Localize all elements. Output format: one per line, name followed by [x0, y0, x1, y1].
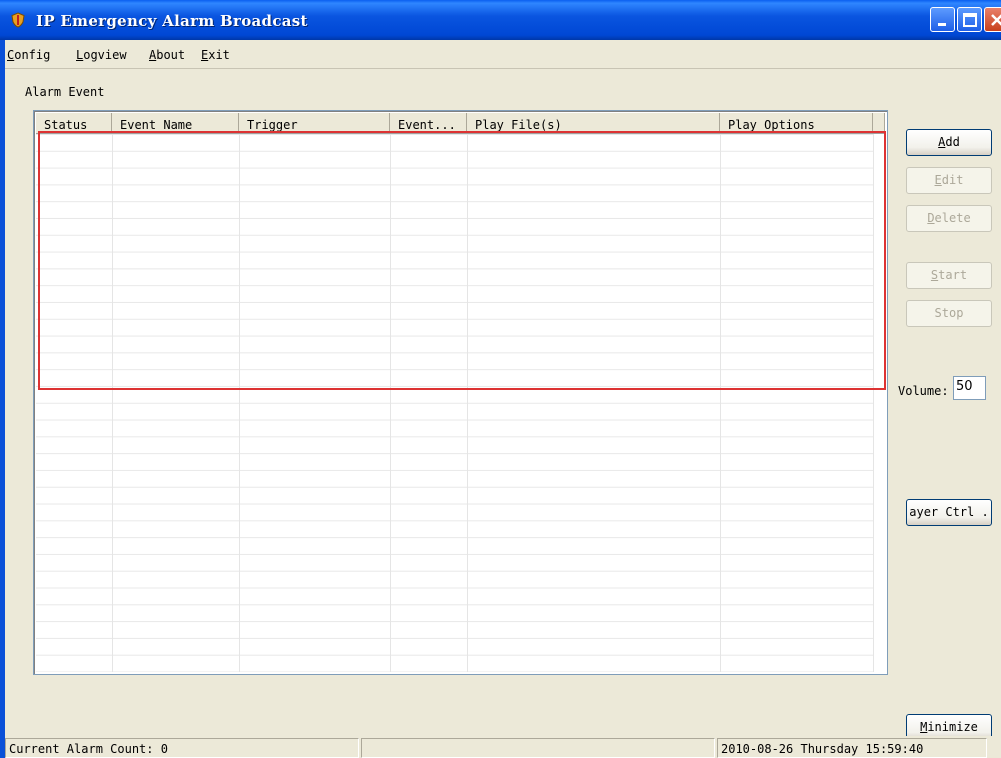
datetime-status: 2010-08-26 Thursday 15:59:40 [717, 738, 987, 758]
add-button[interactable]: Add [906, 129, 992, 156]
alarm-event-label: Alarm Event [25, 85, 105, 99]
start-button[interactable]: Start [906, 262, 992, 289]
close-window-button[interactable] [984, 7, 1001, 32]
window-left-border [0, 40, 5, 758]
minimize-icon [938, 23, 946, 26]
menu-about[interactable]: About [149, 48, 185, 62]
column-header-event-name[interactable]: Event Name [112, 113, 239, 132]
maximize-icon [963, 13, 977, 27]
shield-app-icon [11, 12, 25, 28]
column-header-play-files[interactable]: Play File(s) [467, 113, 720, 132]
menu-config[interactable]: Config [7, 48, 50, 62]
title-bar[interactable]: IP Emergency Alarm Broadcast [0, 0, 1001, 40]
delete-button[interactable]: Delete [906, 205, 992, 232]
volume-label: Volume: [898, 384, 949, 398]
menu-bar: Config Logview About Exit [5, 40, 1001, 69]
status-bar: Current Alarm Count: 0 2010-08-26 Thursd… [5, 736, 1001, 758]
player-ctrl-button[interactable]: ayer Ctrl . [906, 499, 992, 526]
column-header-event[interactable]: Event... [390, 113, 467, 132]
column-header-play-options[interactable]: Play Options [720, 113, 873, 132]
volume-input[interactable]: 50 [953, 376, 986, 400]
stop-button[interactable]: Stop [906, 300, 992, 327]
column-header-filler [873, 113, 885, 132]
app-window: IP Emergency Alarm Broadcast Config Logv… [0, 0, 1001, 758]
menu-exit[interactable]: Exit [201, 48, 230, 62]
maximize-window-button[interactable] [957, 7, 982, 32]
status-panel-empty [361, 738, 715, 758]
close-icon [991, 14, 1001, 26]
alarm-count-status: Current Alarm Count: 0 [5, 738, 359, 758]
highlight-annotation-box [38, 131, 886, 390]
window-title: IP Emergency Alarm Broadcast [36, 12, 308, 30]
minimize-window-button[interactable] [930, 7, 955, 32]
edit-button[interactable]: Edit [906, 167, 992, 194]
column-header-trigger[interactable]: Trigger [239, 113, 390, 132]
column-header-status[interactable]: Status [36, 113, 112, 132]
menu-logview[interactable]: Logview [76, 48, 127, 62]
